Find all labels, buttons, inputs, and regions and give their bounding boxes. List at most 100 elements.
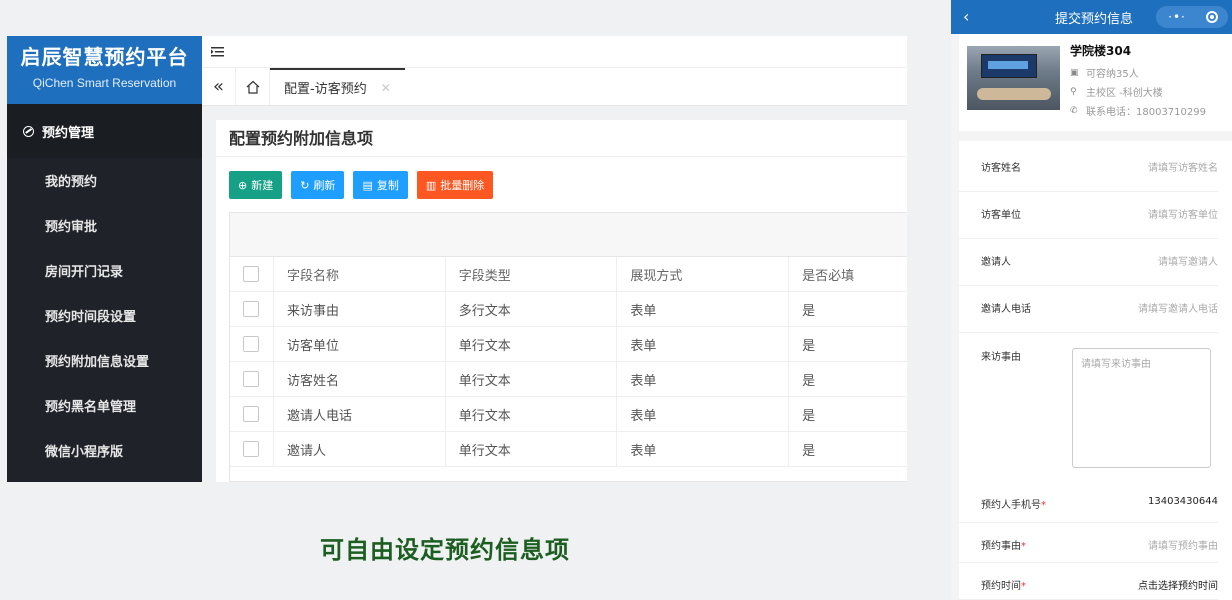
inviter-phone-field[interactable]: 邀请人电话 请填写邀请人电话 (959, 300, 1218, 333)
sidebar-item-blacklist[interactable]: 预约黑名单管理 (7, 383, 202, 428)
table-cell: 是 (802, 303, 816, 319)
field-input[interactable]: 请填写邀请人电话 (1138, 300, 1218, 332)
room-location: ⚲ 主校区 -科创大楼 (1070, 84, 1163, 100)
table-cell: 单行文本 (446, 327, 618, 361)
column-header[interactable]: 字段类型 (446, 257, 618, 291)
table-cell: 单行文本 (446, 362, 618, 396)
field-label: 预约事由* (981, 541, 1026, 552)
group-icon (23, 125, 34, 137)
app-subtitle: QiChen Smart Reservation (32, 76, 177, 90)
mobile-preview: ‹ 提交预约信息 ·•· 学院楼304 ▣ 可容纳35人 ⚲ 主校区 -科创大楼 ✆… (951, 0, 1232, 600)
table-cell: 单行文本 (446, 432, 618, 466)
table-cell: 表单 (617, 362, 790, 396)
table-row[interactable]: 访客单位 单行文本 表单 是 (230, 327, 907, 362)
back-arrow-icon[interactable]: ‹ (963, 7, 969, 26)
field-label: 邀请人电话 (981, 304, 1031, 315)
row-checkbox[interactable] (243, 406, 259, 422)
capacity-icon: ▣ (1070, 67, 1079, 78)
table-cell: 多行文本 (446, 292, 618, 326)
more-dots-icon[interactable]: ·•· (1156, 10, 1198, 24)
close-icon[interactable]: ✕ (381, 81, 391, 95)
row-checkbox[interactable] (243, 301, 259, 317)
sidebar-item-my-reservations[interactable]: 我的预约 (7, 158, 202, 203)
menu-toggle-icon[interactable] (211, 46, 225, 58)
action-toolbar: ⊕ 新建 ↻ 刷新 ▤ 复制 ▥ 批量删除 (216, 165, 907, 205)
room-capacity-text: 可容纳35人 (1086, 69, 1139, 80)
sidebar-item-time-slots[interactable]: 预约时间段设置 (7, 293, 202, 338)
table-cell: 表单 (617, 327, 790, 361)
field-input[interactable]: 请填写访客单位 (1148, 206, 1218, 238)
new-button-label: 新建 (251, 179, 274, 192)
table-cell: 表单 (617, 397, 790, 431)
table-row[interactable]: 邀请人电话 单行文本 表单 是 (230, 397, 907, 432)
tab-bar: « 配置-访客预约 ✕ (202, 68, 907, 106)
table-cell: 访客姓名 (274, 362, 446, 396)
table-cell: 来访事由 (274, 292, 446, 326)
field-value[interactable]: 13403430644 (1148, 496, 1218, 522)
column-header[interactable]: 是否必填 (789, 257, 907, 291)
sidebar-item-extra-info[interactable]: 预约附加信息设置 (7, 338, 202, 383)
mini-program-capsule: ·•· (1156, 6, 1228, 28)
booking-time-field[interactable]: 预约时间* 点击选择预约时间 (959, 577, 1218, 600)
room-phone: ✆ 联系电话：18003710299 (1070, 103, 1206, 119)
room-phone-text: 联系电话：18003710299 (1086, 107, 1206, 118)
tab-visitor-config[interactable]: 配置-访客预约 ✕ (270, 68, 405, 105)
copy-button[interactable]: ▤ 复制 (353, 171, 408, 199)
table-cell: 访客单位 (274, 327, 446, 361)
new-button[interactable]: ⊕ 新建 (229, 171, 283, 199)
topbar (202, 36, 907, 68)
field-label: 访客单位 (981, 210, 1021, 221)
time-picker[interactable]: 点击选择预约时间 (1138, 577, 1218, 599)
main-area: « 配置-访客预约 ✕ 配置预约附加信息项 ⊕ 新建 ↻ 刷新 ▤ 复制 ▥ 批量删除 (202, 36, 907, 482)
refresh-icon: ↻ (300, 178, 310, 192)
table-cell: 邀请人 (274, 432, 446, 466)
batch-delete-label: 批量删除 (440, 179, 485, 192)
room-capacity: ▣ 可容纳35人 (1070, 65, 1139, 81)
booking-purpose-field[interactable]: 预约事由* 请填写预约事由 (959, 537, 1218, 563)
phone-icon: ✆ (1070, 105, 1078, 116)
booker-phone-field[interactable]: 预约人手机号* 13403430644 (959, 496, 1218, 523)
table-row[interactable]: 来访事由 多行文本 表单 是 (230, 292, 907, 327)
row-select-cell (230, 432, 274, 466)
visitor-company-field[interactable]: 访客单位 请填写访客单位 (959, 206, 1218, 239)
table-row[interactable]: 邀请人 单行文本 表单 是 (230, 432, 907, 467)
table-cell: 表单 (617, 432, 790, 466)
home-icon[interactable] (236, 68, 270, 105)
field-label: 访客姓名 (981, 163, 1021, 174)
double-chevron-left-icon[interactable]: « (202, 68, 236, 105)
plus-circle-icon: ⊕ (238, 178, 248, 192)
sidebar-item-wechat-mini[interactable]: 微信小程序版 (7, 428, 202, 473)
sidebar-item-approval[interactable]: 预约审批 (7, 203, 202, 248)
table-cell: 是 (802, 338, 816, 354)
inviter-field[interactable]: 邀请人 请填写邀请人 (959, 253, 1218, 286)
refresh-button[interactable]: ↻ 刷新 (291, 171, 345, 199)
close-target-icon[interactable] (1206, 11, 1218, 23)
row-checkbox[interactable] (243, 336, 259, 352)
visitor-name-field[interactable]: 访客姓名 请填写访客姓名 (959, 159, 1218, 192)
row-select-cell (230, 292, 274, 326)
table-row[interactable]: 访客姓名 单行文本 表单 是 (230, 362, 907, 397)
field-input[interactable]: 请填写预约事由 (1148, 537, 1218, 562)
row-checkbox[interactable] (243, 371, 259, 387)
mobile-title: 提交预约信息 (1055, 12, 1134, 27)
column-header[interactable]: 展现方式 (617, 257, 790, 291)
batch-delete-button[interactable]: ▥ 批量删除 (416, 171, 494, 199)
row-select-cell (230, 397, 274, 431)
row-checkbox[interactable] (243, 441, 259, 457)
row-select-cell (230, 362, 274, 396)
sidebar-item-door-records[interactable]: 房间开门记录 (7, 248, 202, 293)
field-input[interactable]: 请填写访客姓名 (1148, 159, 1218, 191)
column-header[interactable]: 字段名称 (274, 257, 446, 291)
table-cell: 是 (802, 408, 816, 424)
config-panel: 配置预约附加信息项 ⊕ 新建 ↻ 刷新 ▤ 复制 ▥ 批量删除 字段名称 字段类型 展现… (216, 120, 907, 482)
select-all-cell (230, 257, 274, 291)
field-input[interactable]: 请填写邀请人 (1158, 253, 1218, 285)
visit-reason-textarea[interactable]: 请填写来访事由 (1072, 348, 1211, 468)
room-name: 学院楼304 (1070, 44, 1132, 58)
sidebar: 启辰智慧预约平台 QiChen Smart Reservation 预约管理 我… (7, 36, 202, 482)
select-all-checkbox[interactable] (243, 266, 259, 282)
brand-header: 启辰智慧预约平台 QiChen Smart Reservation (7, 36, 202, 104)
table-cell: 单行文本 (446, 397, 618, 431)
field-label: 邀请人 (981, 257, 1011, 268)
sidebar-group-reservation[interactable]: 预约管理 (7, 104, 202, 158)
